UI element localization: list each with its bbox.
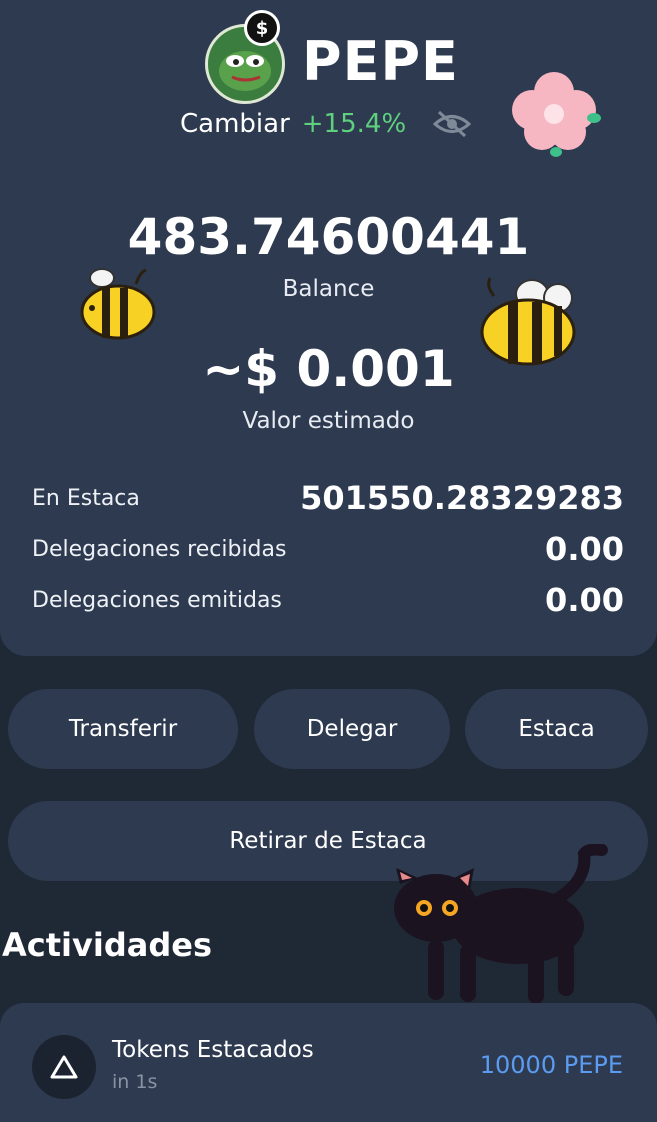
- stat-label: En Estaca: [32, 485, 140, 511]
- token-card: $ PEPE Cambiar +15.4% 483.74600441 Balan…: [0, 0, 657, 656]
- token-name: PEPE: [302, 30, 459, 93]
- flower-sticker-icon: [512, 72, 601, 157]
- stat-row-received-delegations: Delegaciones recibidas 0.00: [32, 529, 624, 569]
- stat-row-issued-delegations: Delegaciones emitidas 0.00: [32, 580, 624, 620]
- activity-time: in 1s: [112, 1071, 158, 1093]
- stat-value: 501550.28329283: [300, 479, 624, 517]
- balance-amount: 483.74600441: [127, 208, 530, 266]
- estimated-value-label: Valor estimado: [242, 408, 415, 434]
- price-change-row: Cambiar +15.4%: [180, 106, 472, 142]
- stat-value: 0.00: [545, 530, 624, 568]
- triangle-icon: [32, 1035, 96, 1099]
- activities-title: Actividades: [2, 926, 212, 964]
- change-label: Cambiar: [180, 109, 290, 139]
- cat-sticker-icon: [394, 844, 608, 1004]
- activity-amount: 10000 PEPE: [479, 1051, 623, 1079]
- bee-sticker-icon: [80, 268, 156, 340]
- eye-off-icon[interactable]: [432, 109, 472, 139]
- change-percent: +15.4%: [301, 109, 407, 139]
- stat-row-staked: En Estaca 501550.28329283: [32, 478, 624, 518]
- activity-title: Tokens Estacados: [112, 1037, 314, 1063]
- stat-label: Delegaciones recibidas: [32, 536, 287, 562]
- estimated-value: ~$ 0.001: [202, 340, 455, 398]
- delegate-button[interactable]: Delegar: [254, 689, 450, 769]
- stake-button[interactable]: Estaca: [465, 689, 648, 769]
- transfer-button[interactable]: Transferir: [8, 689, 238, 769]
- activity-item[interactable]: Tokens Estacados in 1s 10000 PEPE: [0, 1003, 657, 1122]
- stat-label: Delegaciones emitidas: [32, 587, 282, 613]
- stat-value: 0.00: [545, 581, 624, 619]
- chain-badge-icon: $: [244, 10, 280, 46]
